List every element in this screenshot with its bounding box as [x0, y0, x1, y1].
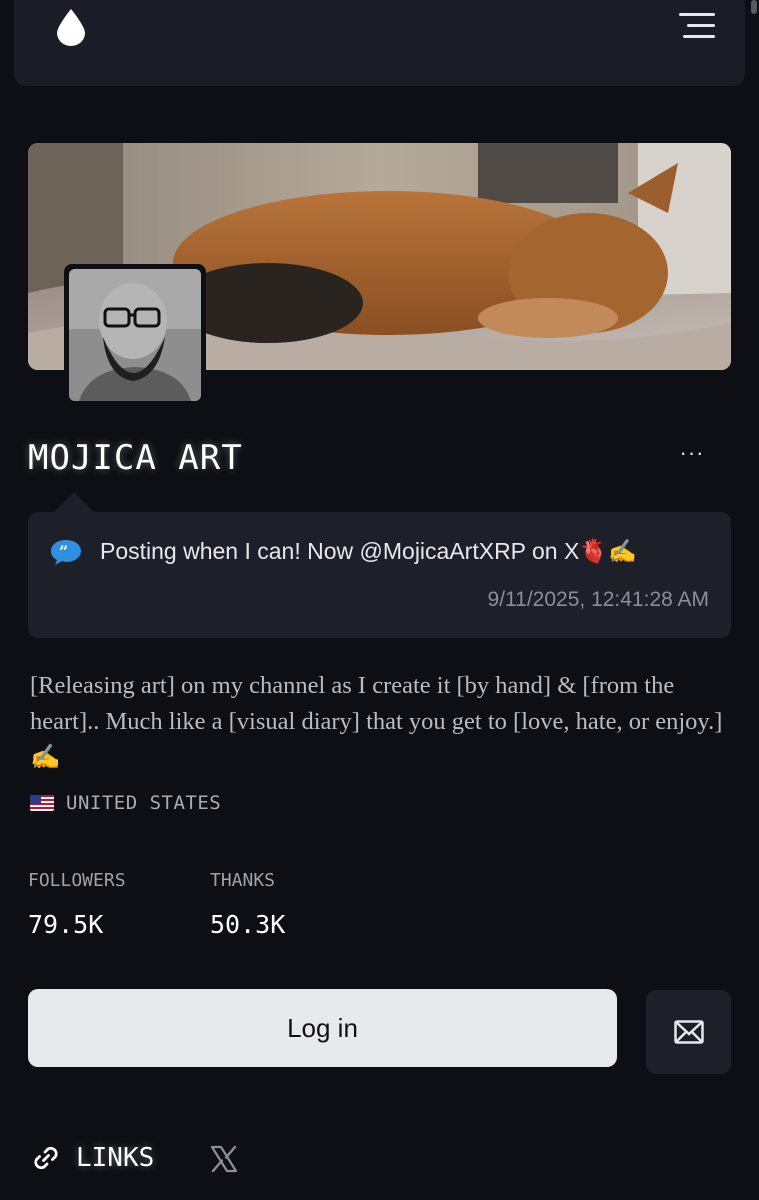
chain-link-icon — [34, 1146, 58, 1170]
avatar[interactable] — [64, 264, 206, 406]
links-tab[interactable]: LINKS — [30, 1142, 154, 1174]
profile-name: MOJICA ART — [28, 438, 243, 478]
envelope-icon — [673, 1020, 704, 1044]
us-flag-icon — [30, 795, 54, 811]
hamburger-menu-icon[interactable] — [675, 12, 715, 40]
location-text: UNITED STATES — [66, 792, 222, 814]
status-card: ” Posting when I can! Now @MojicaArtXRP … — [28, 512, 731, 638]
scrollbar[interactable] — [751, 0, 757, 14]
location: UNITED STATES — [30, 792, 221, 814]
message-button[interactable] — [646, 990, 731, 1074]
followers-label: FOLLOWERS — [28, 870, 126, 891]
bearded-man-glasses-photo — [69, 269, 201, 401]
more-options-icon[interactable]: ··· — [672, 438, 712, 472]
thanks-label: THANKS — [210, 870, 276, 891]
status-timestamp: 9/11/2025, 12:41:28 AM — [487, 588, 709, 611]
speech-bubble-quote-icon: ” — [51, 540, 81, 565]
login-button[interactable]: Log in — [28, 989, 617, 1067]
status-card-pointer — [54, 492, 94, 512]
thanks-count[interactable]: 50.3K — [210, 910, 285, 939]
droplet-icon[interactable] — [56, 8, 86, 46]
links-label: LINKS — [76, 1143, 155, 1173]
x-logo-icon[interactable] — [210, 1145, 238, 1173]
top-nav-bar — [14, 0, 745, 86]
profile-bio: [Releasing art] on my channel as I creat… — [30, 672, 723, 771]
status-text: Posting when I can! Now @MojicaArtXRP on… — [100, 538, 637, 564]
svg-text:”: ” — [59, 542, 68, 561]
followers-count[interactable]: 79.5K — [28, 910, 103, 939]
